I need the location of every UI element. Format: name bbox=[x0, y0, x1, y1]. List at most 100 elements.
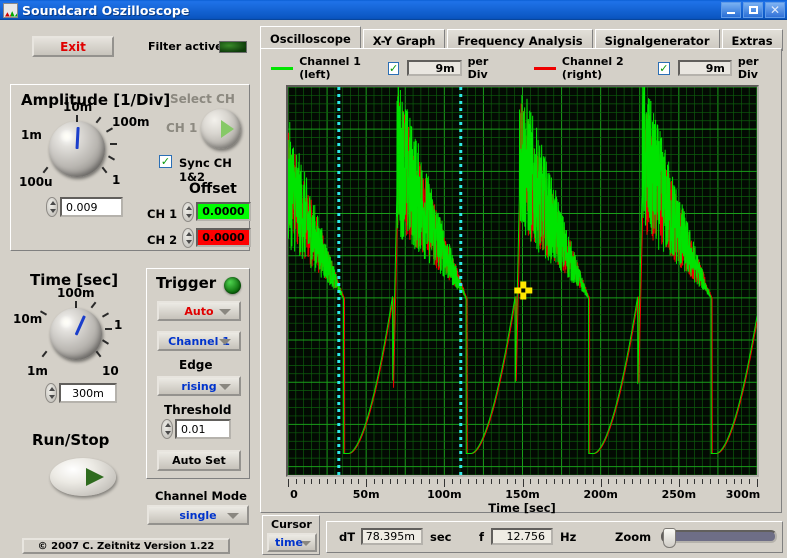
exit-button[interactable]: Exit bbox=[32, 36, 114, 57]
trigger-led bbox=[224, 277, 241, 294]
select-ch-knob[interactable] bbox=[201, 109, 241, 149]
offset-ch1-stepper[interactable] bbox=[182, 202, 194, 222]
sync-channels-checkbox[interactable]: ✓ bbox=[159, 155, 172, 168]
x-axis-tick bbox=[749, 479, 751, 484]
amp-tick bbox=[107, 155, 116, 161]
amplitude-knob[interactable] bbox=[49, 121, 105, 177]
threshold-label: Threshold bbox=[164, 403, 232, 417]
offset-ch1-label: CH 1 bbox=[147, 207, 178, 221]
knob-highlight bbox=[59, 129, 74, 143]
x-axis-tick bbox=[452, 479, 454, 484]
trigger-source-select[interactable]: Channel 1 bbox=[157, 331, 241, 351]
x-axis-tick bbox=[381, 479, 383, 484]
channel1-color-swatch bbox=[271, 66, 294, 70]
cursor-panel: Cursor time bbox=[262, 515, 320, 555]
x-axis-tick bbox=[436, 479, 438, 484]
x-axis-tick bbox=[530, 479, 532, 484]
threshold-stepper[interactable] bbox=[161, 419, 173, 439]
x-axis-tick bbox=[483, 479, 485, 484]
dt-label: dT bbox=[339, 530, 356, 544]
channel1-perdiv-label: per Div bbox=[467, 55, 489, 81]
x-axis-label: 100m bbox=[427, 488, 462, 501]
zoom-slider-thumb[interactable] bbox=[663, 528, 676, 548]
waveform-svg bbox=[288, 87, 757, 475]
time-stepper[interactable] bbox=[45, 383, 57, 403]
x-axis-tick bbox=[647, 479, 649, 484]
x-axis-tick bbox=[514, 479, 516, 484]
select-ch-label: Select CH bbox=[170, 92, 235, 106]
minimize-button[interactable] bbox=[721, 2, 741, 18]
channel-legend: Channel 1 (left) ✓ 9m per Div Channel 2 … bbox=[271, 55, 776, 81]
x-axis-tick bbox=[373, 479, 375, 484]
measurement-bar: dT 78.395m sec f 12.756 Hz Zoom bbox=[326, 521, 783, 553]
x-axis-tick bbox=[467, 479, 469, 484]
chevron-down-icon bbox=[219, 339, 231, 345]
x-axis-tick bbox=[592, 479, 594, 484]
amp-knob-label-10m: 10m bbox=[63, 100, 93, 114]
offset-ch2-field[interactable]: 0.0000 bbox=[196, 228, 251, 247]
time-knob-label-1: 1 bbox=[114, 318, 123, 332]
x-axis-tick bbox=[553, 479, 555, 484]
x-axis-tick bbox=[491, 479, 493, 484]
run-stop-label: Run/Stop bbox=[32, 431, 110, 449]
threshold-field[interactable]: 0.01 bbox=[175, 419, 231, 439]
f-value-field: 12.756 bbox=[491, 528, 553, 545]
chevron-down-icon bbox=[301, 540, 311, 546]
x-axis-tick bbox=[608, 479, 610, 484]
amp-tick bbox=[110, 143, 117, 145]
f-label: f bbox=[479, 530, 485, 544]
filter-active-indicator bbox=[219, 41, 247, 53]
x-axis-tick bbox=[288, 479, 289, 487]
x-axis-label: 200m bbox=[583, 488, 618, 501]
time-knob-label-10: 10 bbox=[102, 364, 119, 378]
channel-mode-select[interactable]: single bbox=[147, 505, 249, 525]
offset-ch1-field[interactable]: 0.0000 bbox=[196, 202, 251, 221]
time-tick bbox=[105, 328, 112, 330]
time-knob[interactable] bbox=[50, 308, 102, 360]
channel2-enable-checkbox[interactable]: ✓ bbox=[658, 61, 670, 75]
channel1-enable-checkbox[interactable]: ✓ bbox=[387, 61, 400, 75]
close-button[interactable]: ✕ bbox=[765, 2, 785, 18]
trigger-edge-label: Edge bbox=[179, 358, 213, 372]
time-knob-label-10m: 10m bbox=[13, 312, 43, 326]
sync-channels-label: Sync CH 1&2 bbox=[179, 156, 232, 184]
app-logo-icon bbox=[3, 2, 18, 18]
cursor-mode-select[interactable]: time bbox=[267, 533, 317, 552]
x-axis-tick bbox=[757, 479, 758, 487]
trigger-edge-select[interactable]: rising bbox=[157, 376, 241, 396]
x-axis-tick bbox=[303, 479, 305, 484]
maximize-button[interactable] bbox=[743, 2, 763, 18]
x-axis-tick bbox=[639, 479, 641, 484]
x-axis-tick bbox=[655, 479, 657, 484]
chevron-down-icon bbox=[219, 384, 231, 390]
x-axis-tick bbox=[358, 479, 360, 484]
x-axis-tick bbox=[702, 479, 704, 484]
x-axis-tick bbox=[311, 479, 313, 484]
x-axis-tick bbox=[295, 479, 297, 484]
window-title: Soundcard Oszilloscope bbox=[22, 2, 190, 18]
channel2-perdiv-field[interactable]: 9m bbox=[677, 60, 732, 76]
channel1-perdiv-field[interactable]: 9m bbox=[407, 60, 462, 76]
x-axis-tick bbox=[522, 479, 524, 487]
x-axis-tick bbox=[671, 479, 673, 484]
x-axis-tick bbox=[459, 479, 461, 484]
x-axis-tick bbox=[733, 479, 735, 484]
amplitude-value-field[interactable]: 0.009 bbox=[60, 197, 123, 217]
x-axis-tick bbox=[569, 479, 571, 484]
trigger-mode-select[interactable]: Auto bbox=[157, 301, 241, 321]
amp-knob-label-1m: 1m bbox=[21, 128, 42, 142]
zoom-slider[interactable] bbox=[661, 528, 777, 548]
zoom-label: Zoom bbox=[615, 530, 652, 544]
x-axis-label: 150m bbox=[505, 488, 540, 501]
x-axis-tick bbox=[624, 479, 626, 484]
amp-tick bbox=[101, 166, 108, 174]
oscilloscope-plot[interactable] bbox=[286, 85, 759, 477]
x-axis-tick bbox=[389, 479, 391, 484]
time-knob-label-1m: 1m bbox=[27, 364, 48, 378]
auto-set-button[interactable]: Auto Set bbox=[157, 450, 241, 471]
offset-ch2-stepper[interactable] bbox=[182, 228, 194, 248]
x-axis-tick bbox=[741, 479, 743, 484]
amplitude-stepper[interactable] bbox=[46, 197, 58, 217]
time-value-field[interactable]: 300m bbox=[59, 383, 117, 403]
run-stop-button[interactable] bbox=[50, 458, 116, 496]
